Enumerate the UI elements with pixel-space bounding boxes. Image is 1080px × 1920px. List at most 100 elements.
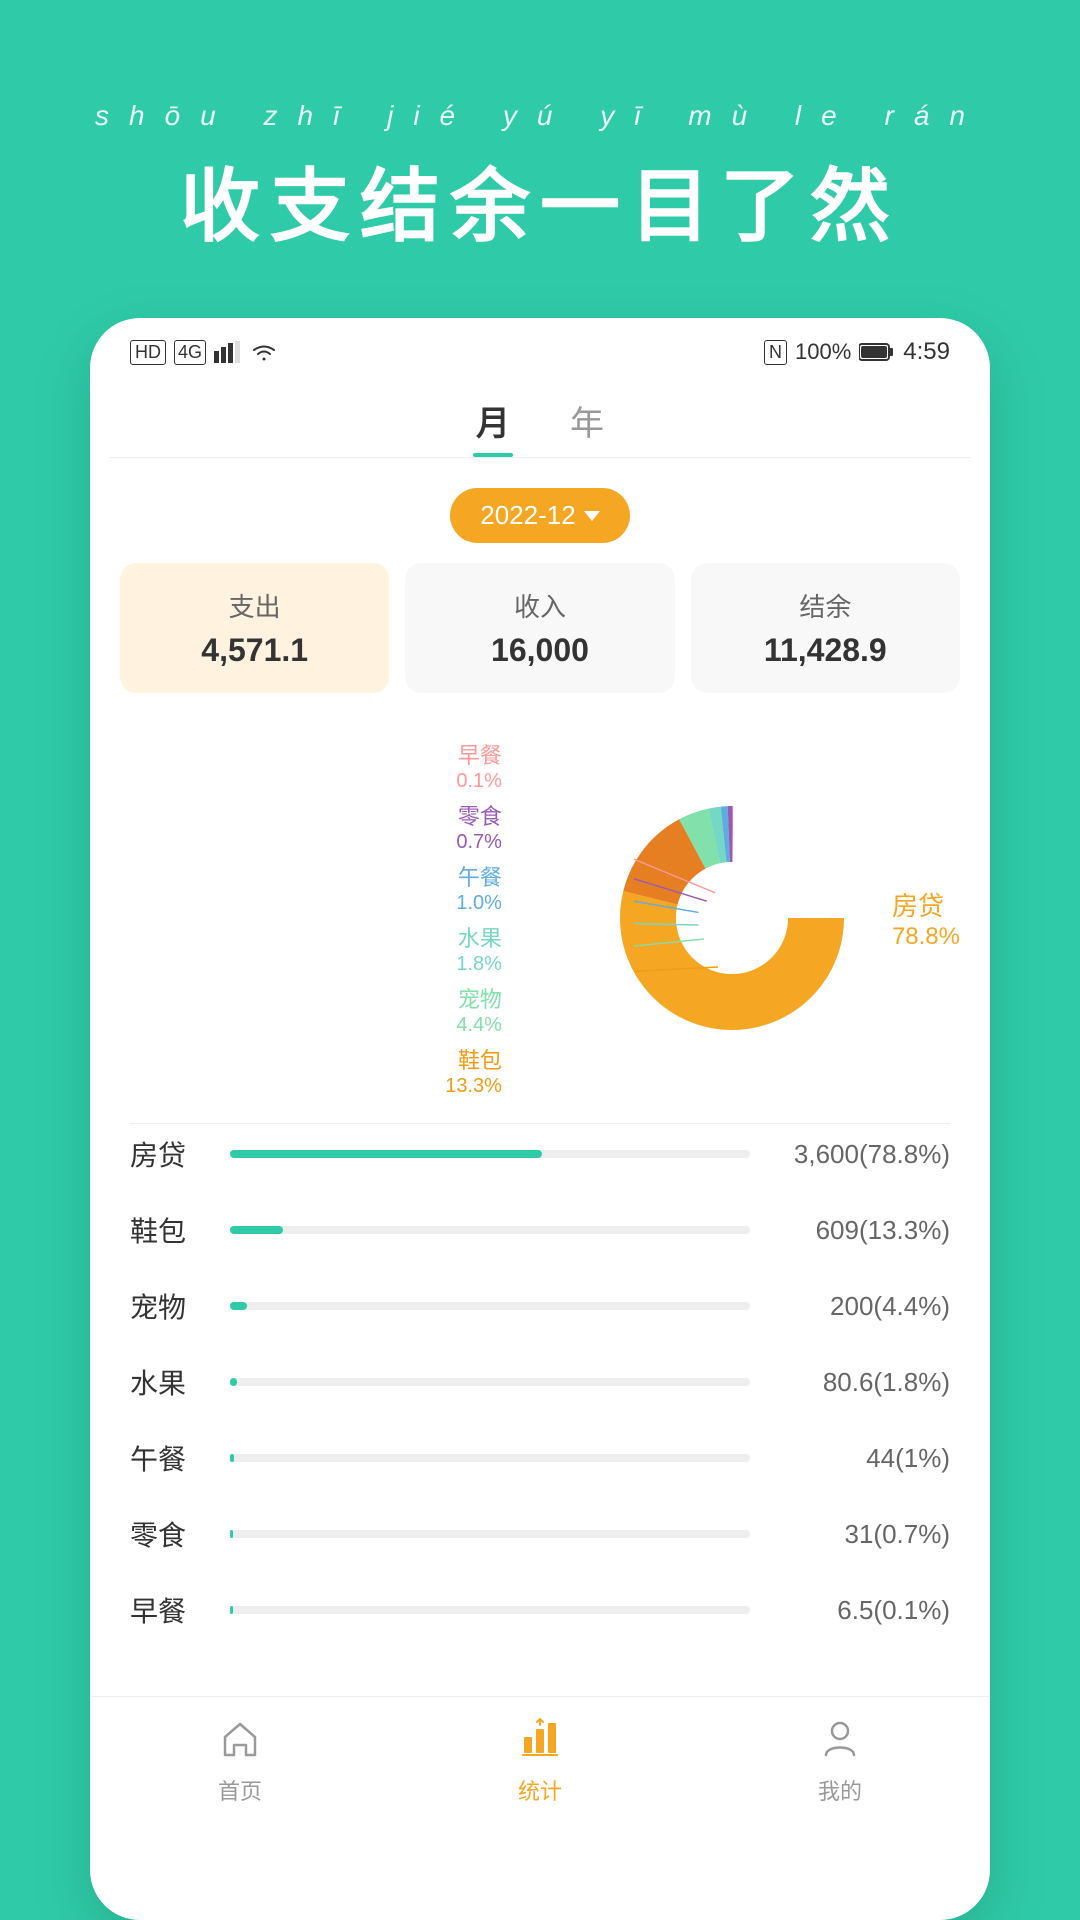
pinyin-text: shōu zhī jié yú yī mù le rán: [60, 100, 1020, 132]
nav-profile[interactable]: 我的: [818, 1717, 862, 1806]
income-value: 16,000: [425, 632, 654, 669]
nav-profile-label: 我的: [818, 1774, 862, 1806]
legend-pct-fangdai: 78.8%: [892, 923, 960, 951]
tab-month[interactable]: 月: [476, 396, 510, 457]
expense-card: 支出 4,571.1: [120, 563, 389, 693]
balance-label: 结余: [711, 587, 940, 624]
bar-item-3: 水果 80.6(1.8%): [130, 1362, 950, 1402]
legend-name-chongwu: 宠物: [458, 982, 502, 1014]
balance-value: 11,428.9: [711, 632, 940, 669]
legend-pct-wucan: 1.0%: [456, 892, 502, 915]
legend-pct-lingshi: 0.7%: [456, 831, 502, 854]
bar-value-1: 609(13.3%): [770, 1215, 950, 1246]
expense-label: 支出: [140, 587, 369, 624]
income-label: 收入: [425, 587, 654, 624]
legend-name-xiebao: 鞋包: [458, 1043, 502, 1075]
phone-mockup: HD 4G N 100% 4:59: [90, 318, 990, 1920]
legend-shuiguo: 水果 1.8%: [120, 921, 502, 976]
nav-stats-label: 统计: [518, 1774, 562, 1806]
donut-hole: [676, 862, 788, 974]
legend-name-shuiguo: 水果: [458, 921, 502, 953]
legend-pct-xiebao: 13.3%: [445, 1075, 502, 1098]
time: 4:59: [903, 338, 950, 366]
bar-value-2: 200(4.4%): [770, 1291, 950, 1322]
bar-fill-3: [230, 1378, 237, 1386]
bar-fill-6: [230, 1606, 233, 1614]
dropdown-arrow-icon: [584, 511, 600, 521]
hd-badge: HD: [130, 340, 166, 365]
bar-label-4: 午餐: [130, 1438, 210, 1478]
bar-track-0: [230, 1150, 750, 1158]
nav-home-label: 首页: [218, 1774, 262, 1806]
bar-item-6: 早餐 6.5(0.1%): [130, 1590, 950, 1630]
legend-name-lingshi: 零食: [458, 799, 502, 831]
chart-section: 早餐 0.1% 零食 0.7% 午餐 1.0% 水果 1.8% 宠物 4.4% …: [90, 723, 990, 1123]
nav-stats[interactable]: 统计: [518, 1717, 562, 1806]
status-bar: HD 4G N 100% 4:59: [90, 318, 990, 376]
donut-chart: [592, 778, 872, 1058]
chart-legend-left: 早餐 0.1% 零食 0.7% 午餐 1.0% 水果 1.8% 宠物 4.4% …: [120, 738, 512, 1098]
legend-wucan: 午餐 1.0%: [120, 860, 502, 915]
bar-label-3: 水果: [130, 1362, 210, 1402]
user-icon: [818, 1717, 862, 1768]
bottom-nav: 首页 统计 我的: [90, 1696, 990, 1836]
legend-pct-shuiguo: 1.8%: [456, 953, 502, 976]
legend-name-zaochan: 早餐: [458, 738, 502, 770]
wifi-icon: [250, 341, 278, 363]
bar-track-1: [230, 1226, 750, 1234]
bar-track-4: [230, 1454, 750, 1462]
stats-icon: [518, 1717, 562, 1768]
nav-home[interactable]: 首页: [218, 1717, 262, 1806]
bar-track-2: [230, 1302, 750, 1310]
legend-pct-zaochan: 0.1%: [456, 770, 502, 793]
summary-cards: 支出 4,571.1 收入 16,000 结余 11,428.9: [90, 563, 990, 693]
status-right: N 100% 4:59: [764, 338, 950, 366]
battery-pct: 100%: [795, 339, 851, 365]
bar-list: 房贷 3,600(78.8%) 鞋包 609(13.3%) 宠物 200(4.4…: [90, 1124, 990, 1676]
month-selector[interactable]: 2022-12: [90, 488, 990, 543]
legend-zaochan: 早餐 0.1%: [120, 738, 502, 793]
bar-item-2: 宠物 200(4.4%): [130, 1286, 950, 1326]
bar-fill-4: [230, 1454, 234, 1462]
bar-label-1: 鞋包: [130, 1210, 210, 1250]
donut-svg: [592, 778, 872, 1058]
bar-fill-5: [230, 1530, 233, 1538]
month-badge[interactable]: 2022-12: [450, 488, 629, 543]
bar-track-6: [230, 1606, 750, 1614]
bar-track-3: [230, 1378, 750, 1386]
bar-item-0: 房贷 3,600(78.8%): [130, 1134, 950, 1174]
bar-label-5: 零食: [130, 1514, 210, 1554]
bar-value-0: 3,600(78.8%): [770, 1139, 950, 1170]
bar-label-6: 早餐: [130, 1590, 210, 1630]
legend-chongwu: 宠物 4.4%: [120, 982, 502, 1037]
bar-fill-1: [230, 1226, 283, 1234]
income-card: 收入 16,000: [405, 563, 674, 693]
bar-value-6: 6.5(0.1%): [770, 1595, 950, 1626]
bar-label-0: 房贷: [130, 1134, 210, 1174]
signal-4g: 4G: [174, 340, 206, 365]
bar-item-1: 鞋包 609(13.3%): [130, 1210, 950, 1250]
legend-name-wucan: 午餐: [458, 860, 502, 892]
balance-card: 结余 11,428.9: [691, 563, 960, 693]
home-icon: [218, 1717, 262, 1768]
tab-bar: 月 年: [90, 376, 990, 457]
chart-legend-right: 房贷 78.8%: [892, 886, 960, 951]
bar-value-3: 80.6(1.8%): [770, 1367, 950, 1398]
header-section: shōu zhī jié yú yī mù le rán 收支结余一目了然: [0, 0, 1080, 318]
status-left: HD 4G: [130, 340, 278, 365]
legend-pct-chongwu: 4.4%: [456, 1014, 502, 1037]
nfc-icon: N: [764, 340, 787, 365]
bar-item-5: 零食 31(0.7%): [130, 1514, 950, 1554]
battery-icon: [859, 342, 895, 362]
bar-fill-2: [230, 1302, 247, 1310]
legend-name-fangdai: 房贷: [892, 886, 944, 923]
bar-label-2: 宠物: [130, 1286, 210, 1326]
bar-track-5: [230, 1530, 750, 1538]
bar-item-4: 午餐 44(1%): [130, 1438, 950, 1478]
main-title: 收支结余一目了然: [60, 142, 1020, 258]
tab-year[interactable]: 年: [570, 396, 604, 457]
expense-value: 4,571.1: [140, 632, 369, 669]
signal-bars-icon: [214, 341, 242, 363]
bar-fill-0: [230, 1150, 542, 1158]
bar-value-4: 44(1%): [770, 1443, 950, 1474]
